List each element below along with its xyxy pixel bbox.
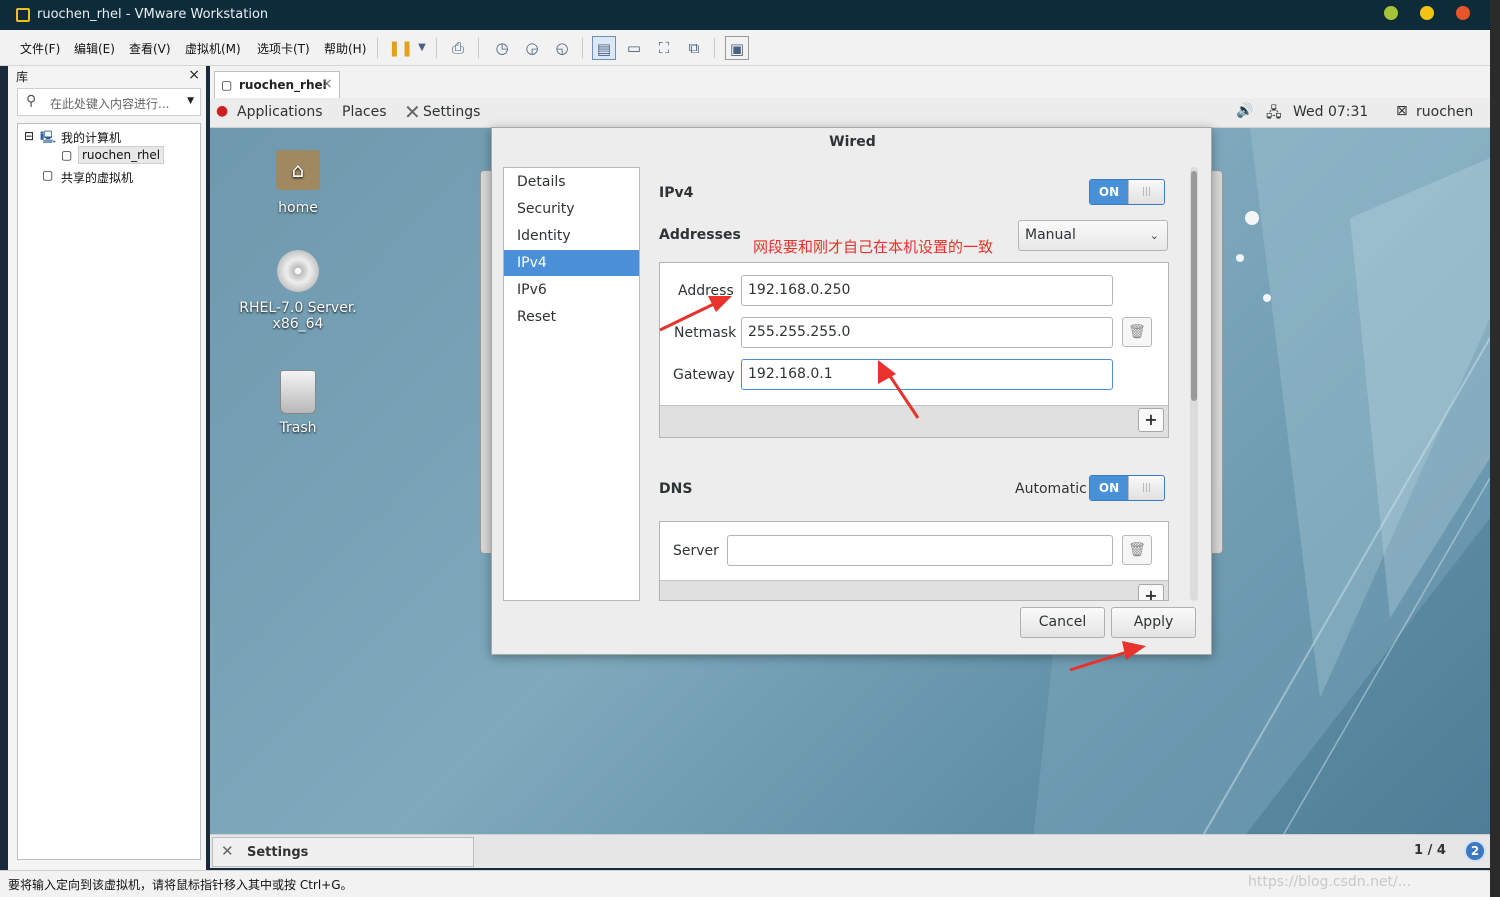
menu-tabs[interactable]: 选项卡(T) <box>257 40 310 57</box>
library-tree: ⊟ 🖳 我的计算机 ▢ ruochen_rhel ▢ 共享的虚拟机 <box>17 123 201 860</box>
maximize-dot-button[interactable] <box>1420 6 1434 20</box>
library-search-placeholder: 在此处键入内容进行... <box>50 97 170 111</box>
minimize-dot-button[interactable] <box>1384 6 1398 20</box>
vm-tab-close-icon[interactable]: × <box>321 76 333 92</box>
guest-screen[interactable]: ● Applications Places ✕ Settings 🔊 🖧 Wed… <box>210 98 1490 868</box>
menu-help[interactable]: 帮助(H) <box>324 40 366 57</box>
unity-icon[interactable]: ⧉ <box>682 36 706 60</box>
snapshot-manager-icon[interactable]: ◵ <box>550 36 574 60</box>
vm-tab[interactable]: ▢ ruochen_rhel × <box>214 71 340 99</box>
screen-edge <box>1490 0 1500 897</box>
search-icon: ⚲ <box>26 93 37 109</box>
menubar: 文件(F) 编辑(E) 查看(V) 虚拟机(M) 选项卡(T) 帮助(H) ❚❚… <box>0 30 1490 66</box>
menu-vm[interactable]: 虚拟机(M) <box>185 40 241 57</box>
vmware-app-icon <box>16 8 30 22</box>
console-view-icon[interactable]: ▣ <box>725 36 749 60</box>
pause-icon[interactable]: ❚❚ <box>388 36 413 60</box>
workspace-indicator[interactable]: 1 / 4 <box>1414 843 1446 858</box>
status-bar: 要将输入定向到该虚拟机，请将鼠标指针移入其中或按 Ctrl+G。 https:/… <box>0 870 1490 897</box>
annotation-arrows <box>659 296 1146 672</box>
library-close-icon[interactable]: × <box>188 67 200 83</box>
tree-item-my-computer[interactable]: 我的计算机 <box>61 129 121 146</box>
tree-item-shared-vms[interactable]: 共享的虚拟机 <box>61 169 133 186</box>
taskbar-settings-item[interactable]: ✕ Settings <box>212 837 474 867</box>
menu-edit[interactable]: 编辑(E) <box>74 40 115 57</box>
chevron-down-icon[interactable]: ▼ <box>187 96 194 106</box>
vm-tab-label: ruochen_rhel <box>239 78 327 92</box>
fullscreen-icon[interactable]: ⛶ <box>652 36 676 60</box>
toolbar-separator <box>478 38 479 58</box>
guest-bottom-bar: ✕ Settings 1 / 4 2 <box>210 834 1490 868</box>
status-text: 要将输入定向到该虚拟机，请将鼠标指针移入其中或按 Ctrl+G。 <box>8 878 353 892</box>
library-view-icon[interactable]: ▤ <box>592 36 616 60</box>
library-header: 库 × <box>8 66 206 86</box>
snapshot-icon[interactable]: ◷ <box>490 36 514 60</box>
watermark: https://blog.csdn.net/... <box>1248 874 1412 890</box>
chevron-down-icon[interactable]: ▼ <box>410 36 434 60</box>
taskbar-settings-label: Settings <box>247 845 309 860</box>
window-titlebar: ruochen_rhel - VMware Workstation <box>0 0 1490 30</box>
send-keys-icon[interactable]: ⎙ <box>446 36 470 60</box>
menu-file[interactable]: 文件(F) <box>20 40 60 57</box>
toolbar-separator <box>582 38 583 58</box>
tree-item-vm[interactable]: ruochen_rhel <box>78 146 165 164</box>
revert-snapshot-icon[interactable]: ◶ <box>520 36 544 60</box>
toolbar-separator <box>436 38 437 58</box>
library-search[interactable]: ⚲ 在此处键入内容进行... ▼ <box>17 88 201 116</box>
vm-icon: ▢ <box>61 148 73 162</box>
thumbnail-view-icon[interactable]: ▭ <box>622 36 646 60</box>
library-title: 库 <box>16 70 29 84</box>
vm-tab-strip: ▢ ruochen_rhel × <box>210 66 1490 99</box>
vm-icon: ▢ <box>221 78 233 92</box>
library-panel: 库 × ⚲ 在此处键入内容进行... ▼ ⊟ 🖳 我的计算机 ▢ ruochen… <box>8 66 206 870</box>
settings-tools-icon: ✕ <box>221 842 234 860</box>
computer-icon: 🖳 <box>40 130 57 144</box>
toolbar-separator <box>377 38 378 58</box>
collapse-icon[interactable]: ⊟ <box>24 129 34 143</box>
menu-view[interactable]: 查看(V) <box>129 40 171 57</box>
shared-vm-icon: ▢ <box>42 168 54 182</box>
close-dot-button[interactable] <box>1456 6 1470 20</box>
window-title: ruochen_rhel - VMware Workstation <box>37 7 269 22</box>
toolbar-separator <box>714 38 715 58</box>
notification-badge[interactable]: 2 <box>1464 840 1486 862</box>
